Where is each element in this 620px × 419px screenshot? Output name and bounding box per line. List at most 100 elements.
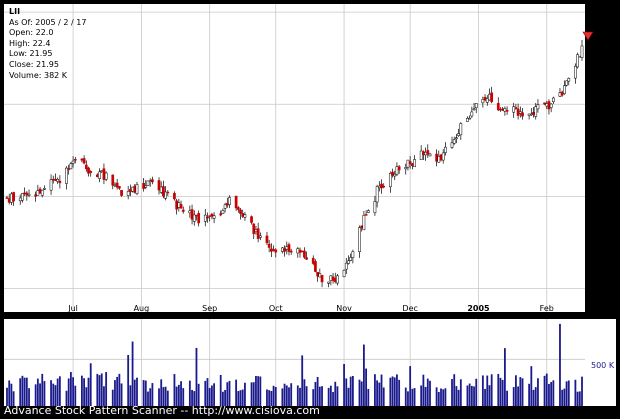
volume-bar [72, 377, 74, 406]
volume-bar [272, 385, 275, 406]
volume-bar [228, 380, 231, 406]
volume-bar [457, 389, 460, 406]
price-axis: 14 17 20 23 [597, 8, 607, 293]
as-of-date: As Of: 2005 / 2 / 17 [9, 17, 87, 27]
candle-body [565, 80, 568, 86]
candle-body [210, 213, 214, 217]
candle-body [195, 214, 198, 217]
candle-body [516, 108, 520, 116]
candle-body [490, 92, 494, 103]
volume-bar [576, 391, 579, 406]
volume-bar [87, 377, 90, 406]
volume-bar [301, 355, 304, 406]
volume-bar [481, 375, 484, 406]
volume-bar [332, 391, 334, 406]
volume-bar [466, 385, 469, 406]
candle-body [241, 213, 245, 217]
candle-body [382, 185, 386, 188]
volume-bar [213, 383, 215, 406]
candle-body [164, 191, 167, 199]
volume-bar [235, 379, 238, 406]
candle-body [466, 118, 469, 122]
candle-body [373, 201, 377, 214]
candle-body [426, 150, 430, 155]
candle-body [336, 275, 339, 284]
candle-body [34, 194, 37, 197]
volume-bar [226, 382, 229, 406]
candle-body [54, 178, 57, 181]
volume-bar [362, 344, 365, 406]
volume-bar [69, 372, 72, 406]
candle-body [483, 97, 487, 101]
candle-body [578, 55, 582, 58]
candle-body [89, 171, 93, 173]
candle-body [331, 276, 335, 281]
candle-body [25, 192, 29, 196]
candle-body [225, 203, 229, 206]
volume-bar [429, 380, 431, 406]
candle-body [135, 184, 139, 195]
volume-bar [537, 378, 539, 406]
price-tick-label: 23 [597, 8, 607, 17]
volume-bar [528, 383, 531, 406]
candle-body [259, 235, 262, 238]
volume-bar [255, 375, 257, 406]
candle-body [397, 166, 401, 171]
volume-bar [426, 378, 429, 406]
candle-body [574, 65, 577, 79]
volume-bar [389, 377, 392, 406]
candle-body [408, 161, 412, 164]
volume-bar [435, 387, 438, 406]
candle-body [450, 142, 454, 148]
volume-bar [515, 375, 517, 406]
candle-body [71, 160, 75, 164]
candle-body [129, 189, 132, 192]
volume-bar [41, 373, 44, 406]
candle-body [395, 166, 399, 175]
volume-bar [374, 374, 376, 406]
volume-bar [259, 376, 262, 406]
volume-bar [404, 387, 407, 406]
candle-body [303, 250, 306, 258]
candle-body [7, 198, 11, 203]
candle-body [536, 104, 540, 110]
volume-bar [380, 374, 383, 406]
volume-bar [581, 376, 583, 406]
candle-body [212, 215, 216, 219]
candle-body [56, 178, 60, 182]
volume-bar [83, 378, 86, 406]
volume-bar [316, 376, 319, 406]
volume-bar [219, 374, 222, 406]
candle-body [283, 248, 286, 252]
volume-bar [437, 391, 440, 406]
candle-body [327, 281, 330, 284]
volume-bar [118, 373, 121, 406]
footer-caption: Advance Stock Pattern Scanner -- http://… [4, 404, 320, 417]
volume-bar [470, 385, 473, 406]
volume-bar [74, 385, 77, 406]
volume-bar [506, 390, 508, 406]
candle-body [287, 244, 291, 252]
candle-body [51, 178, 55, 181]
volume-bar [244, 382, 246, 406]
volume-bar [422, 374, 425, 406]
candle-body [82, 158, 86, 164]
candle-body [422, 151, 425, 155]
candle-body [21, 193, 24, 201]
candle-body [208, 215, 212, 217]
candle-body [375, 186, 379, 203]
volume-bar [343, 364, 345, 406]
volume-bar [413, 388, 416, 406]
volume-bar [144, 380, 147, 406]
candle-body [333, 278, 337, 282]
candle-body [69, 163, 73, 170]
candle-body [342, 269, 346, 277]
volume-bar [473, 386, 475, 406]
candle-body [177, 202, 181, 208]
open-value: Open: 22.0 [9, 28, 54, 38]
candle-body [243, 214, 247, 218]
volume-bar [39, 383, 41, 406]
volume-bar [561, 389, 564, 406]
volume-bar [574, 379, 577, 406]
volume-bar [180, 381, 182, 406]
